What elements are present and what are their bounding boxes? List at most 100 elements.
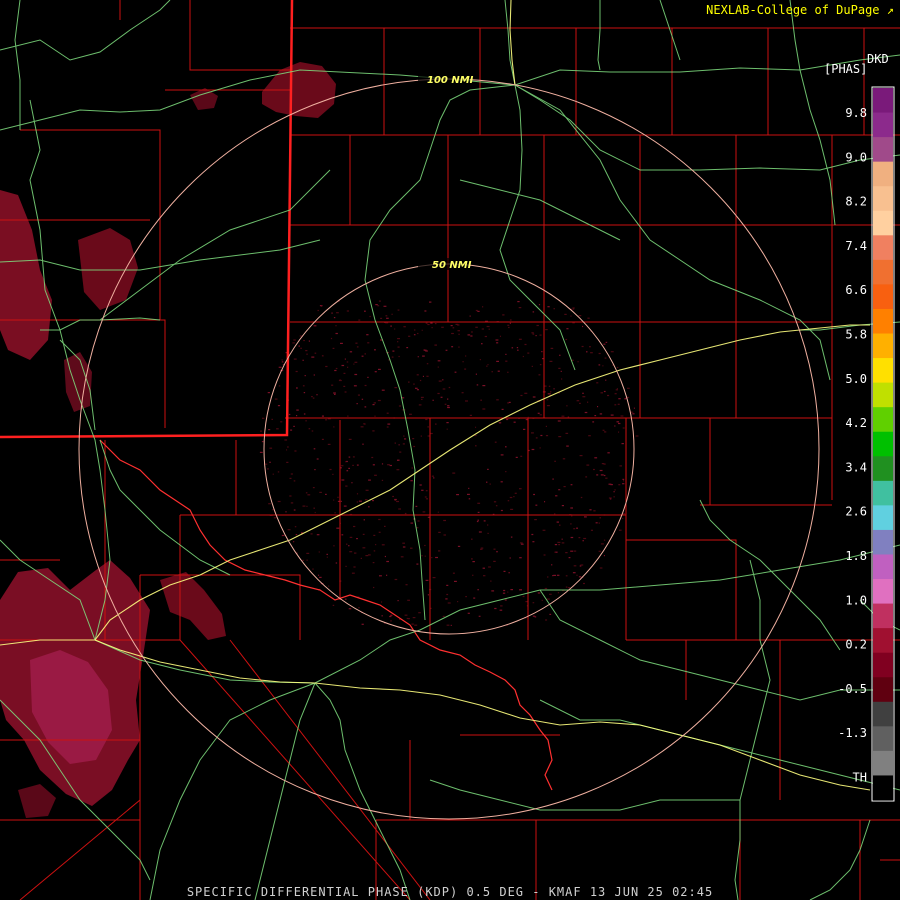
echo-speckle [531,365,533,367]
echo-speckle [505,471,507,473]
echo-speckle [535,437,538,439]
echo-speckle [394,442,396,444]
echo-speckle [340,467,342,469]
echo-speckle [493,560,496,562]
echo-speckle [296,387,298,389]
echo-speckle [446,428,448,430]
echo-speckle [478,531,482,533]
echo-speckle [365,555,369,557]
echo-speckle [509,496,513,499]
echo-speckle [584,516,587,518]
echo-speckle [538,304,541,306]
echo-speckle [364,384,367,387]
echo-speckle [344,598,347,600]
echo-speckle [358,500,362,502]
echo-speckle [558,489,561,491]
echo-speckle [286,449,288,451]
echo-speckle [355,342,358,344]
echo-speckle [401,397,405,399]
echo-speckle [306,552,310,554]
echo-speckle [293,541,295,543]
echo-speckle [570,484,573,486]
echo-speckle [503,589,506,592]
echo-speckle [271,418,273,420]
echo-speckle [373,534,376,536]
echo-speckle [349,351,353,353]
echo-speckle [314,469,316,471]
echo-speckle [410,547,413,549]
echo-speckle [354,552,357,554]
legend-swatch [873,137,893,163]
echo-speckle [284,439,288,441]
echo-speckle [488,566,491,568]
echo-speckle [632,413,635,415]
echo-speckle [570,550,574,552]
echo-speckle [397,341,399,343]
echo-speckle [614,404,617,406]
echo-speckle [424,496,427,498]
echo-speckle [598,364,601,366]
echo-speckle [426,375,429,377]
legend-tick-label: 6.6 [845,283,867,297]
echo-speckle [404,438,407,440]
echo-speckle [369,315,371,318]
echo-speckle [475,373,477,375]
echo-speckle [402,546,406,548]
echo-speckle [402,443,405,445]
echo-speckle [313,448,316,450]
echo-speckle [572,307,575,309]
echo-speckle [447,602,451,604]
echo-speckle [419,379,422,382]
echo-speckle [523,428,526,430]
echo-speckle [583,582,585,585]
echo-speckle [534,616,537,618]
legend-tick-label: TH [853,771,867,785]
echo-speckle [432,577,436,579]
echo-speckle [532,602,535,604]
echo-speckle [396,469,400,471]
echo-speckle [403,435,405,437]
legend-swatch [873,333,893,359]
echo-speckle [280,421,283,423]
echo-speckle [364,353,366,355]
echo-speckle [557,592,560,594]
echo-speckle [400,556,404,558]
echo-speckle [616,366,619,369]
legend-swatch [873,554,893,580]
echo-speckle [457,330,460,332]
echo-speckle [348,456,351,458]
echo-speckle [385,315,388,317]
echo-speckle [434,323,437,325]
echo-speckle [363,423,366,425]
legend-swatch [873,210,893,236]
echo-speckle [522,355,524,358]
echo-speckle [390,325,392,327]
echo-speckle [549,593,552,595]
echo-speckle [326,556,328,558]
echo-speckle [383,305,387,307]
echo-speckle [365,489,369,491]
echo-speckle [532,541,535,543]
echo-speckle [431,475,434,477]
echo-speckle [389,464,392,467]
echo-speckle [353,363,355,365]
echo-speckle [319,576,322,578]
echo-speckle [489,483,491,485]
echo-speckle [396,500,399,503]
echo-speckle [335,332,338,335]
legend-swatch [873,112,893,138]
echo-speckle [531,432,534,434]
echo-speckle [627,387,630,389]
echo-speckle [608,483,612,485]
echo-speckle [446,584,449,586]
echo-speckle [413,334,416,336]
echo-speckle [614,393,617,395]
echo-speckle [622,478,625,480]
echo-speckle [374,349,376,351]
echo-speckle [471,331,473,333]
echo-speckle [423,349,427,351]
echo-speckle [381,479,384,481]
echo-speckle [505,353,507,355]
legend-swatch [873,88,893,114]
external-link-icon[interactable]: ↗ [887,3,894,17]
